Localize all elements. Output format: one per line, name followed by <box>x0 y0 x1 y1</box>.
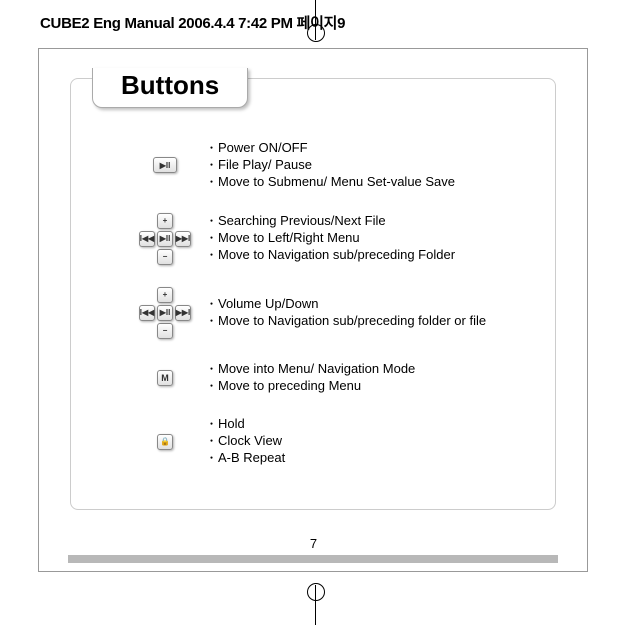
play-pause-button-icon: ▶II <box>153 157 177 173</box>
page-bar <box>68 555 558 563</box>
icon-cell: M <box>120 370 210 386</box>
lock-button-icon: 🔒 <box>157 434 173 450</box>
desc-item: Volume Up/Down <box>210 296 540 313</box>
button-row-play: ▶II Power ON/OFF File Play/ Pause Move t… <box>120 140 540 191</box>
section-title: Buttons <box>121 70 219 100</box>
button-row-menu: M Move into Menu/ Navigation Mode Move t… <box>120 361 540 395</box>
desc-item: File Play/ Pause <box>210 157 540 174</box>
plus-button-icon: + <box>157 287 173 303</box>
desc-item: Move to preceding Menu <box>210 378 540 395</box>
section-title-tab: Buttons <box>92 68 248 108</box>
desc-item: Hold <box>210 416 540 433</box>
minus-button-icon: − <box>157 249 173 265</box>
icon-cell: 🔒 <box>120 434 210 450</box>
desc-cell: Searching Previous/Next File Move to Lef… <box>210 213 540 264</box>
buttons-content: ▶II Power ON/OFF File Play/ Pause Move t… <box>120 140 540 489</box>
desc-item: Move to Submenu/ Menu Set-value Save <box>210 174 540 191</box>
prev-button-icon: I◀◀ <box>139 231 155 247</box>
icon-cell: + − I◀◀ ▶▶I ▶II <box>120 287 210 339</box>
dpad-icon: + − I◀◀ ▶▶I ▶II <box>139 213 191 265</box>
desc-cell: Power ON/OFF File Play/ Pause Move to Su… <box>210 140 540 191</box>
page-number: 7 <box>0 536 627 551</box>
document-header: CUBE2 Eng Manual 2006.4.4 7:42 PM 페이지9 <box>40 12 345 33</box>
button-row-dpad-vertical: + − I◀◀ ▶▶I ▶II Volume Up/Down Move to N… <box>120 287 540 339</box>
plus-button-icon: + <box>157 213 173 229</box>
crop-mark-bottom <box>305 585 325 625</box>
menu-button-icon: M <box>157 370 173 386</box>
prev-button-icon: I◀◀ <box>139 305 155 321</box>
desc-item: Power ON/OFF <box>210 140 540 157</box>
next-button-icon: ▶▶I <box>175 305 191 321</box>
button-row-dpad-horizontal: + − I◀◀ ▶▶I ▶II Searching Previous/Next … <box>120 213 540 265</box>
desc-item: Clock View <box>210 433 540 450</box>
minus-button-icon: − <box>157 323 173 339</box>
icon-cell: ▶II <box>120 157 210 173</box>
desc-item: Move to Left/Right Menu <box>210 230 540 247</box>
desc-cell: Hold Clock View A-B Repeat <box>210 416 540 467</box>
desc-item: Move to Navigation sub/preceding Folder <box>210 247 540 264</box>
center-button-icon: ▶II <box>157 305 173 321</box>
next-button-icon: ▶▶I <box>175 231 191 247</box>
dpad-icon: + − I◀◀ ▶▶I ▶II <box>139 287 191 339</box>
icon-cell: + − I◀◀ ▶▶I ▶II <box>120 213 210 265</box>
desc-item: A-B Repeat <box>210 450 540 467</box>
crop-mark-top <box>305 0 325 40</box>
center-button-icon: ▶II <box>157 231 173 247</box>
desc-cell: Move into Menu/ Navigation Mode Move to … <box>210 361 540 395</box>
button-row-hold: 🔒 Hold Clock View A-B Repeat <box>120 416 540 467</box>
desc-item: Move to Navigation sub/preceding folder … <box>210 313 540 330</box>
desc-item: Move into Menu/ Navigation Mode <box>210 361 540 378</box>
desc-item: Searching Previous/Next File <box>210 213 540 230</box>
desc-cell: Volume Up/Down Move to Navigation sub/pr… <box>210 296 540 330</box>
